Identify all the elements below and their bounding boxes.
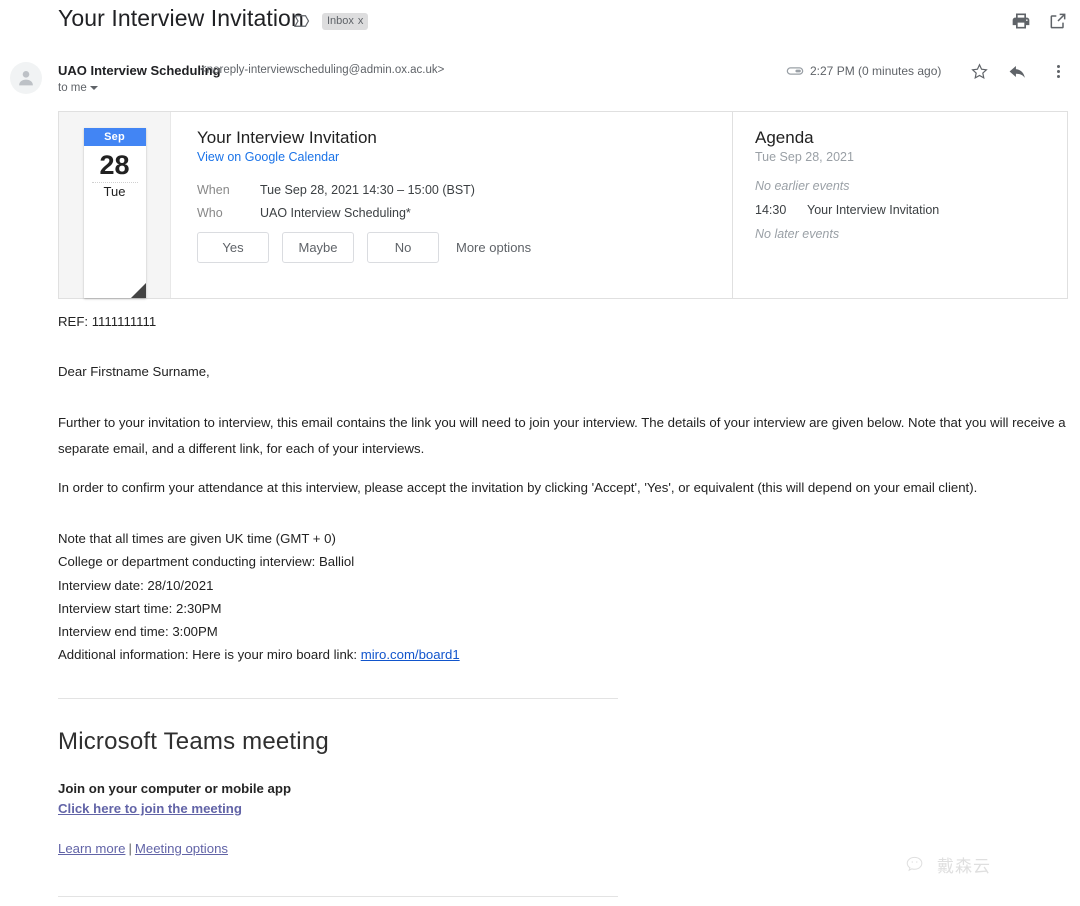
greeting: Dear Firstname Surname,	[58, 365, 210, 378]
event-field-who: Who UAO Interview Scheduling*	[197, 206, 732, 220]
agenda-event-name: Your Interview Invitation	[807, 203, 939, 217]
subject-header: Your Interview Invitation Inboxx	[0, 0, 1080, 48]
detail-line: Interview end time: 3:00PM	[58, 620, 460, 643]
detail-line: College or department conducting intervi…	[58, 550, 460, 573]
date-chip-weekday: Tue	[84, 183, 146, 203]
inbox-label-chip[interactable]: Inboxx	[322, 13, 368, 30]
more-options-icon[interactable]	[1050, 62, 1066, 81]
watermark-text: 戴森云	[937, 852, 991, 877]
event-field-label: Who	[197, 206, 260, 220]
person-avatar-icon	[15, 67, 37, 89]
rsvp-yes-button[interactable]: Yes	[197, 232, 269, 263]
agenda-no-later-events: No later events	[755, 227, 1067, 241]
event-fields: When Tue Sep 28, 2021 14:30 – 15:00 (BST…	[197, 183, 732, 220]
watermark: 戴森云	[905, 852, 991, 877]
sender-name: UAO Interview Scheduling	[58, 63, 221, 78]
teams-join-label: Join on your computer or mobile app	[58, 781, 291, 796]
event-field-when: When Tue Sep 28, 2021 14:30 – 15:00 (BST…	[197, 183, 732, 197]
dot	[1057, 65, 1060, 68]
agenda-no-earlier-events: No earlier events	[755, 179, 1067, 193]
meeting-options-link[interactable]: Meeting options	[135, 841, 228, 856]
event-field-value: Tue Sep 28, 2021 14:30 – 15:00 (BST)	[260, 183, 475, 197]
detail-line-additional-info: Additional information: Here is your mir…	[58, 643, 460, 666]
detail-line: Interview start time: 2:30PM	[58, 597, 460, 620]
recipient-label: to me	[58, 82, 87, 94]
dot	[1057, 75, 1060, 78]
agenda-panel: Agenda Tue Sep 28, 2021 No earlier event…	[732, 112, 1067, 298]
date-chip-month: Sep	[84, 128, 146, 146]
event-details-column: Your Interview Invitation View on Google…	[171, 112, 732, 298]
reply-icon[interactable]	[1008, 62, 1027, 81]
agenda-event-time: 14:30	[755, 203, 807, 217]
additional-info-prefix: Additional information: Here is your mir…	[58, 647, 361, 662]
teams-footer-links: Learn more| Meeting options	[58, 841, 228, 856]
body-paragraph-1: Further to your invitation to interview,…	[58, 410, 1066, 462]
rsvp-no-button[interactable]: No	[367, 232, 439, 263]
learn-more-link[interactable]: Learn more	[58, 841, 125, 856]
interview-details-list: Note that all times are given UK time (G…	[58, 527, 460, 667]
view-on-google-calendar-link[interactable]: View on Google Calendar	[197, 150, 339, 164]
event-title: Your Interview Invitation	[197, 128, 732, 148]
not-important-marker-icon[interactable]	[786, 64, 804, 78]
agenda-event-item: 14:30 Your Interview Invitation	[755, 203, 1067, 217]
teams-meeting-title: Microsoft Teams meeting	[58, 728, 329, 756]
separator: |	[128, 841, 131, 856]
inbox-label-text: Inbox	[327, 15, 354, 27]
agenda-date: Tue Sep 28, 2021	[755, 150, 1067, 164]
event-field-value: UAO Interview Scheduling*	[260, 206, 411, 220]
divider-top	[58, 698, 618, 699]
open-in-new-window-icon[interactable]	[1048, 11, 1068, 31]
rsvp-controls: Yes Maybe No More options	[197, 232, 732, 263]
sender-email: <noreply-interviewscheduling@admin.ox.ac…	[200, 64, 444, 76]
chevron-down-icon	[90, 86, 98, 90]
inbox-category-icon	[292, 12, 310, 30]
divider-bottom	[58, 896, 618, 897]
rsvp-maybe-button[interactable]: Maybe	[282, 232, 354, 263]
dot	[1057, 70, 1060, 73]
body-paragraph-2: In order to confirm your attendance at t…	[58, 481, 1066, 494]
page-title: Your Interview Invitation	[58, 5, 304, 32]
print-icon[interactable]	[1011, 11, 1031, 31]
calendar-invite-card: Sep 28 Tue Your Interview Invitation Vie…	[58, 111, 1068, 299]
teams-join-meeting-link[interactable]: Click here to join the meeting	[58, 801, 242, 816]
inbox-label-remove-icon[interactable]: x	[358, 15, 364, 27]
date-chip-column: Sep 28 Tue	[59, 112, 171, 298]
date-chip: Sep 28 Tue	[84, 128, 146, 298]
detail-line: Note that all times are given UK time (G…	[58, 527, 460, 550]
avatar	[10, 62, 42, 94]
more-options-link[interactable]: More options	[456, 240, 531, 255]
date-chip-day: 28	[84, 146, 146, 181]
email-view: Your Interview Invitation Inboxx	[0, 0, 1080, 906]
event-field-label: When	[197, 183, 260, 197]
email-timestamp: 2:27 PM (0 minutes ago)	[810, 64, 941, 78]
agenda-title: Agenda	[755, 128, 1067, 148]
miro-board-link[interactable]: miro.com/board1	[361, 647, 460, 662]
reference-number: REF: 1111111111	[58, 315, 156, 328]
detail-line: Interview date: 28/10/2021	[58, 574, 460, 597]
page-fold-corner-icon	[131, 283, 146, 298]
recipient-toggle[interactable]: to me	[58, 82, 98, 94]
star-icon[interactable]	[970, 62, 989, 81]
wechat-icon	[905, 854, 931, 876]
